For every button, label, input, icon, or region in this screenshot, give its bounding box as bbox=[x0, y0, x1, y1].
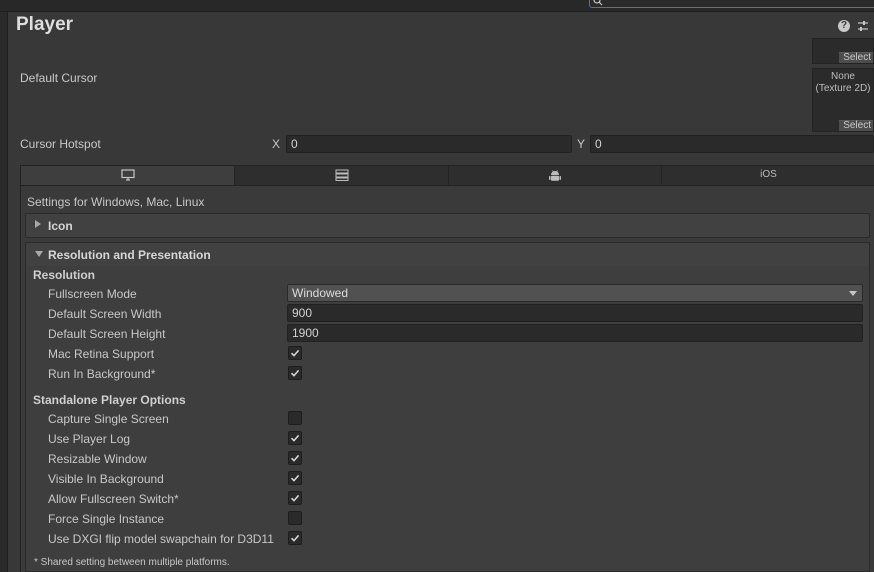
chevron-right-icon bbox=[35, 220, 41, 228]
hotspot-y-label: Y bbox=[577, 137, 586, 151]
screen-width-label: Default Screen Width bbox=[48, 307, 162, 321]
icon-slot-texture[interactable]: Select bbox=[812, 38, 874, 64]
option-label: Use Player Log bbox=[48, 432, 131, 446]
check-icon bbox=[290, 369, 300, 377]
server-icon bbox=[335, 169, 348, 181]
option-label: Use DXGI flip model swapchain for D3D11 bbox=[48, 532, 274, 546]
resizable-window-checkbox[interactable] bbox=[288, 451, 302, 465]
android-icon bbox=[549, 170, 561, 181]
screen-width-field[interactable]: 900 bbox=[287, 304, 863, 322]
default-cursor-texture[interactable]: None (Texture 2D) Select bbox=[812, 68, 874, 132]
fullscreen-mode-value: Windowed bbox=[292, 286, 349, 300]
option-label: Allow Fullscreen Switch* bbox=[48, 492, 179, 506]
visible-in-background-checkbox[interactable] bbox=[288, 471, 302, 485]
cursor-hotspot-label: Cursor Hotspot bbox=[20, 137, 101, 151]
check-icon bbox=[290, 474, 300, 482]
run-in-background-checkbox[interactable] bbox=[288, 366, 302, 380]
chevron-down-icon bbox=[849, 291, 857, 296]
use-player-log-checkbox[interactable] bbox=[288, 431, 302, 445]
check-icon bbox=[290, 434, 300, 442]
foldout-resolution-title: Resolution and Presentation bbox=[48, 248, 211, 262]
fullscreen-mode-dropdown[interactable]: Windowed bbox=[287, 284, 863, 302]
tab-ios[interactable]: iOS bbox=[662, 166, 874, 185]
option-label: Visible In Background bbox=[48, 472, 164, 486]
hotspot-x-field[interactable]: 0 bbox=[286, 135, 572, 153]
default-cursor-label: Default Cursor bbox=[20, 71, 98, 85]
page-title: Player bbox=[16, 14, 74, 35]
standalone-heading: Standalone Player Options bbox=[33, 393, 186, 407]
icon-slot-select-button[interactable]: Select bbox=[839, 52, 873, 63]
tab-android[interactable] bbox=[449, 166, 662, 185]
screen-height-label: Default Screen Height bbox=[48, 327, 166, 341]
allow-fullscreen-switch-checkbox[interactable] bbox=[288, 491, 302, 505]
foldout-icon[interactable]: Icon bbox=[25, 213, 870, 238]
platform-tabs: iOS bbox=[20, 165, 874, 186]
chevron-down-icon bbox=[35, 251, 43, 257]
help-icon[interactable]: ? bbox=[838, 20, 850, 32]
check-icon bbox=[290, 534, 300, 542]
left-panel-edge bbox=[0, 12, 8, 572]
foldout-icon-title: Icon bbox=[48, 219, 73, 233]
tab-server[interactable] bbox=[235, 166, 449, 185]
search-input[interactable] bbox=[589, 0, 874, 8]
foldout-resolution-presentation[interactable]: Resolution and Presentation bbox=[25, 242, 870, 266]
tab-ios-label: iOS bbox=[760, 169, 777, 180]
monitor-icon bbox=[120, 169, 135, 181]
cursor-texture-caption: None (Texture 2D) bbox=[815, 71, 871, 94]
capture-single-screen-checkbox[interactable] bbox=[288, 411, 302, 425]
cursor-select-button[interactable]: Select bbox=[839, 120, 873, 131]
mac-retina-label: Mac Retina Support bbox=[48, 347, 155, 361]
run-in-background-label: Run In Background* bbox=[48, 367, 156, 381]
hotspot-y-field[interactable]: 0 bbox=[590, 135, 874, 153]
option-label: Capture Single Screen bbox=[48, 412, 169, 426]
option-label: Force Single Instance bbox=[48, 512, 165, 526]
screen-height-field[interactable]: 1900 bbox=[287, 324, 863, 342]
fullscreen-mode-label: Fullscreen Mode bbox=[48, 287, 137, 301]
footnote: * Shared setting between multiple platfo… bbox=[34, 557, 230, 568]
force-single-instance-checkbox[interactable] bbox=[288, 511, 302, 525]
resolution-heading: Resolution bbox=[33, 268, 95, 282]
mac-retina-checkbox[interactable] bbox=[288, 346, 302, 360]
tab-standalone[interactable] bbox=[21, 166, 235, 185]
search-icon bbox=[593, 0, 603, 6]
check-icon bbox=[290, 349, 300, 357]
sliders-icon[interactable] bbox=[856, 19, 870, 33]
hotspot-x-label: X bbox=[272, 137, 281, 151]
check-icon bbox=[290, 454, 300, 462]
check-icon bbox=[290, 494, 300, 502]
dxgi-flip-model-checkbox[interactable] bbox=[288, 531, 302, 545]
settings-header: Settings for Windows, Mac, Linux bbox=[27, 195, 205, 209]
option-label: Resizable Window bbox=[48, 452, 147, 466]
